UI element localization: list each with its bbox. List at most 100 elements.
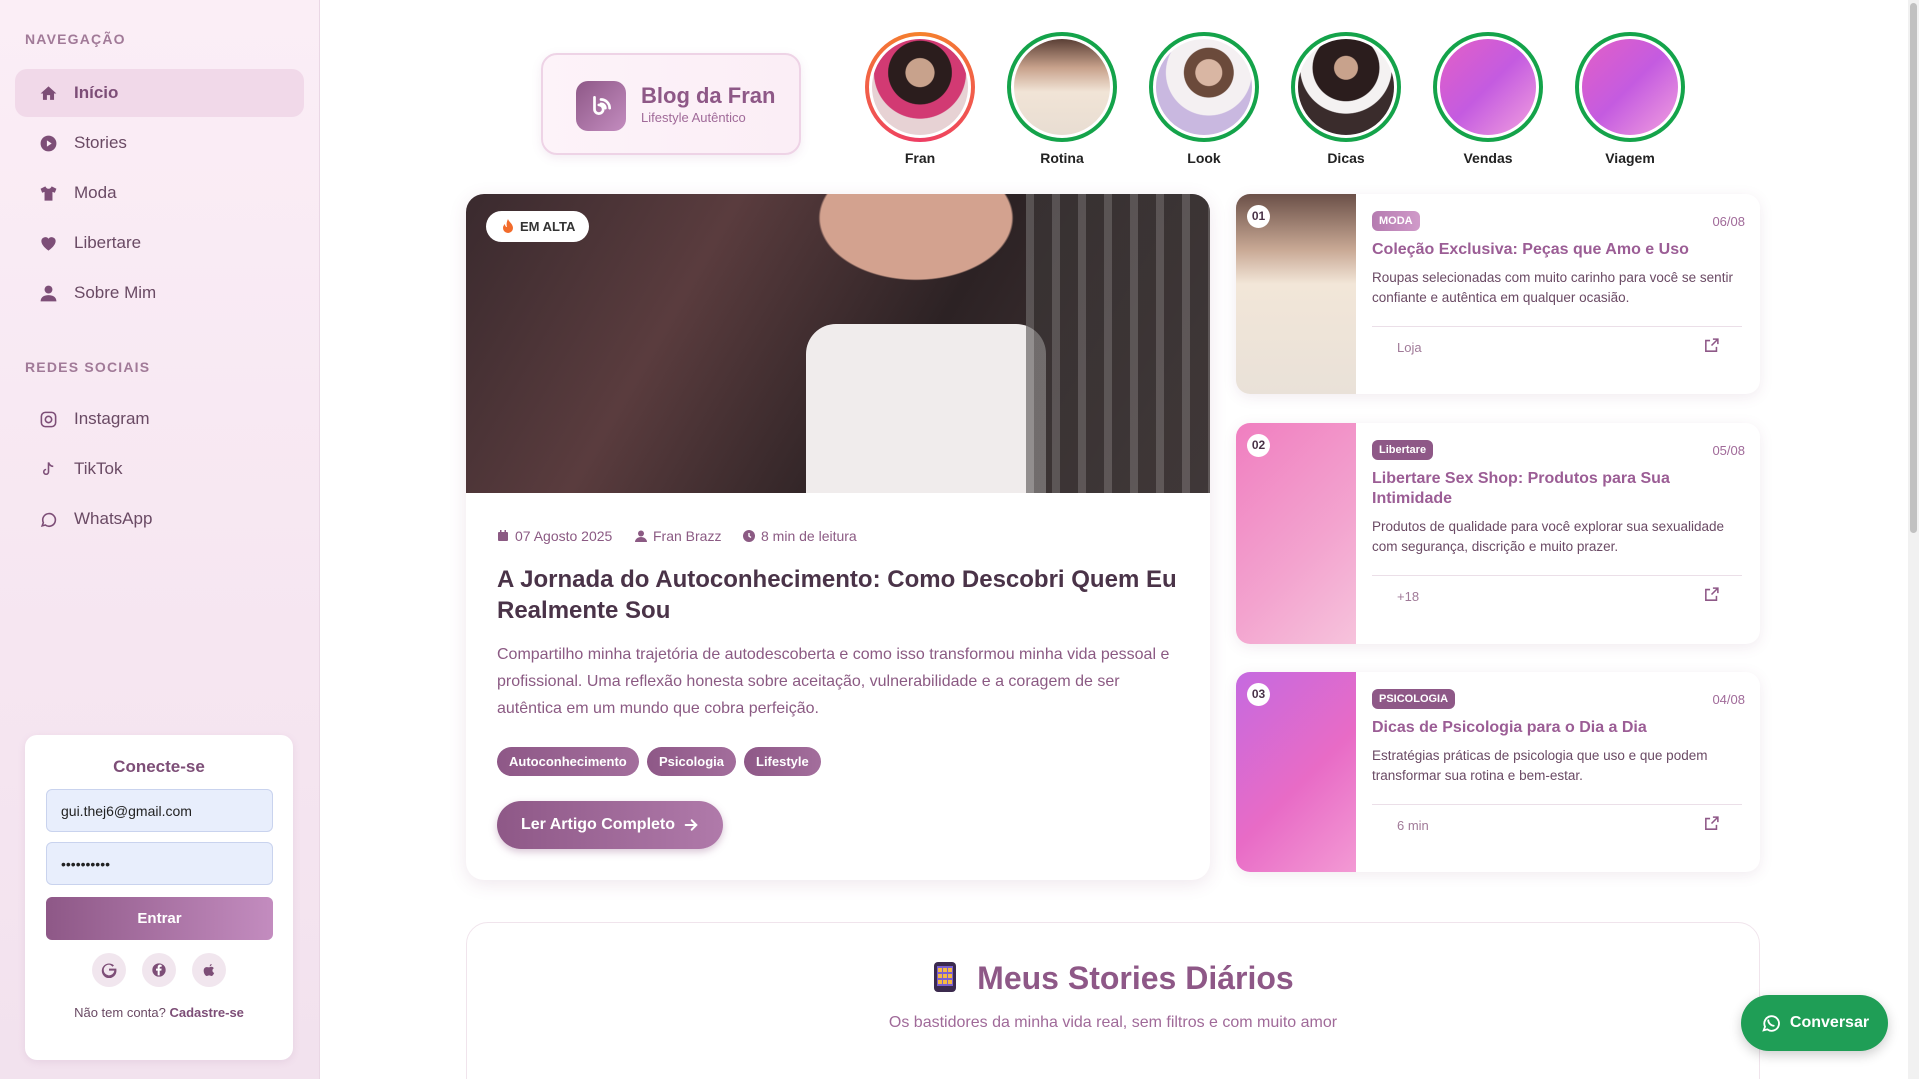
featured-title[interactable]: A Jornada do Autoconhecimento: Como Desc…	[497, 564, 1187, 626]
read-article-label: Ler Artigo Completo	[520, 816, 676, 833]
trending-badge: EM ALTA	[486, 211, 590, 242]
post-card-libertare[interactable]: 02 Libertare 05/08 Libertare Sex Shop: P…	[1236, 423, 1760, 644]
chat-button[interactable]: Conversar	[1741, 995, 1888, 1051]
story-ring	[1575, 32, 1685, 142]
tag-autoconhecimento[interactable]: Autoconhecimento	[497, 747, 639, 776]
google-icon	[101, 963, 117, 978]
signup-prompt: Não tem conta? Cadastre-se	[25, 1005, 293, 1020]
story-avatar	[1295, 36, 1397, 138]
post-date: 07 Agosto 2025	[497, 528, 612, 544]
story-ring	[1149, 32, 1259, 142]
story-avatar	[1011, 36, 1113, 138]
featured-image: EM ALTA	[466, 194, 1210, 493]
story-ring	[865, 32, 975, 142]
blog-logo[interactable]: Blog da Fran Lifestyle Autêntico	[541, 53, 801, 155]
trending-badge-label: EM ALTA	[520, 219, 576, 234]
scrollbar-thumb[interactable]	[1910, 3, 1917, 533]
tiktok-icon	[42, 461, 54, 475]
sidebar-item-instagram[interactable]: Instagram	[15, 395, 304, 443]
post-card-footer: 6 min	[1372, 804, 1742, 842]
whatsapp-icon	[40, 512, 57, 527]
sidebar: NAVEGAÇÃO Início Stories Moda Libertare …	[0, 0, 320, 1079]
post-card-footer: Loja	[1372, 326, 1742, 364]
story-look[interactable]: Look	[1149, 32, 1259, 166]
story-ring	[1007, 32, 1117, 142]
facebook-login-button[interactable]	[142, 953, 176, 987]
blog-subtitle: Lifestyle Autêntico	[641, 110, 746, 125]
story-label: Dicas	[1327, 150, 1365, 166]
story-avatar	[1153, 36, 1255, 138]
play-circle-icon	[40, 135, 57, 151]
featured-description: Compartilho minha trajetória de autodesc…	[497, 646, 1170, 717]
post-card-description: Roupas selecionadas com muito carinho pa…	[1372, 270, 1733, 305]
sidebar-item-libertare[interactable]: Libertare	[15, 219, 304, 267]
sidebar-item-tiktok[interactable]: TikTok	[15, 445, 304, 493]
sidebar-item-label: Sobre Mim	[74, 283, 157, 302]
password-field[interactable]	[46, 842, 273, 885]
sidebar-item-label: Início	[74, 83, 119, 102]
stories-section-title-text: Meus Stories Diários	[977, 960, 1294, 996]
sidebar-item-whatsapp[interactable]: WhatsApp	[15, 495, 304, 543]
post-card-psicologia[interactable]: 03 PSICOLOGIA 04/08 Dicas de Psicologia …	[1236, 672, 1760, 872]
sidebar-item-moda[interactable]: Moda	[15, 169, 304, 217]
external-link-icon[interactable]	[1703, 337, 1720, 354]
apple-icon	[203, 964, 215, 976]
arrow-right-icon	[684, 819, 698, 831]
shirt-icon	[40, 185, 57, 201]
external-link-icon[interactable]	[1703, 586, 1720, 603]
post-card-title[interactable]: Dicas de Psicologia para o Dia a Dia	[1372, 718, 1742, 738]
sidebar-item-label: Moda	[74, 183, 117, 202]
fire-icon	[503, 219, 513, 233]
chat-button-label: Conversar	[1789, 1014, 1870, 1031]
read-article-button[interactable]: Ler Artigo Completo	[497, 801, 723, 849]
post-card-footer: +18	[1372, 575, 1742, 613]
user-icon	[635, 530, 647, 542]
apple-login-button[interactable]	[192, 953, 226, 987]
external-link-icon[interactable]	[1703, 815, 1720, 832]
post-card-date: 06/08	[1712, 214, 1745, 229]
story-vendas[interactable]: Vendas	[1433, 32, 1543, 166]
stories-section-subtitle: Os bastidores da minha vida real, sem fi…	[888, 1014, 1338, 1031]
sidebar-item-sobre-mim[interactable]: Sobre Mim	[15, 269, 304, 317]
story-viagem[interactable]: Viagem	[1575, 32, 1685, 166]
post-author-text: Fran Brazz	[653, 528, 722, 544]
signup-link[interactable]: Cadastre-se	[169, 1005, 243, 1020]
clock-icon	[743, 530, 755, 542]
sidebar-item-label: WhatsApp	[74, 509, 153, 528]
signup-text: Não tem conta?	[74, 1005, 166, 1020]
whatsapp-icon	[1762, 1015, 1780, 1032]
sidebar-item-stories[interactable]: Stories	[15, 119, 304, 167]
post-card-title[interactable]: Libertare Sex Shop: Produtos para Sua In…	[1372, 469, 1742, 509]
tag-lifestyle[interactable]: Lifestyle	[744, 747, 821, 776]
page-scrollbar[interactable]	[1908, 0, 1919, 1079]
tag-psicologia[interactable]: Psicologia	[647, 747, 737, 776]
google-login-button[interactable]	[92, 953, 126, 987]
story-label: Fran	[904, 150, 936, 166]
post-date-text: 07 Agosto 2025	[515, 528, 613, 544]
post-card-description: Produtos de qualidade para você explorar…	[1372, 519, 1724, 554]
story-label: Rotina	[1040, 150, 1084, 166]
story-dicas[interactable]: Dicas	[1291, 32, 1401, 166]
story-label: Vendas	[1463, 150, 1513, 166]
post-card-number: 03	[1247, 683, 1270, 706]
stories-section: Meus Stories Diários Os bastidores da mi…	[466, 922, 1760, 1079]
post-card-title[interactable]: Coleção Exclusiva: Peças que Amo e Uso	[1372, 240, 1742, 260]
email-field[interactable]	[46, 789, 273, 832]
post-card-moda[interactable]: 01 MODA 06/08 Coleção Exclusiva: Peças q…	[1236, 194, 1760, 394]
mobile-phone-icon	[934, 962, 957, 992]
login-button[interactable]: Entrar	[46, 897, 273, 940]
sidebar-item-label: Stories	[74, 133, 127, 152]
story-fran[interactable]: Fran	[865, 32, 975, 166]
sidebar-item-inicio[interactable]: Início	[15, 69, 304, 117]
post-card-category: PSICOLOGIA	[1372, 689, 1456, 709]
home-icon	[40, 85, 57, 100]
instagram-icon	[40, 411, 57, 427]
post-read-time: 8 min de leitura	[743, 528, 857, 544]
post-card-number: 02	[1247, 434, 1270, 457]
post-card-description: Estratégias práticas de psicologia que u…	[1372, 748, 1708, 783]
story-rotina[interactable]: Rotina	[1007, 32, 1117, 166]
stories-section-title: Meus Stories Diários	[467, 960, 1759, 997]
featured-post: EM ALTA 07 Agosto 2025 Fran Brazz 8 min …	[466, 194, 1210, 880]
story-label: Viagem	[1605, 150, 1655, 166]
post-card-date: 05/08	[1712, 443, 1745, 458]
